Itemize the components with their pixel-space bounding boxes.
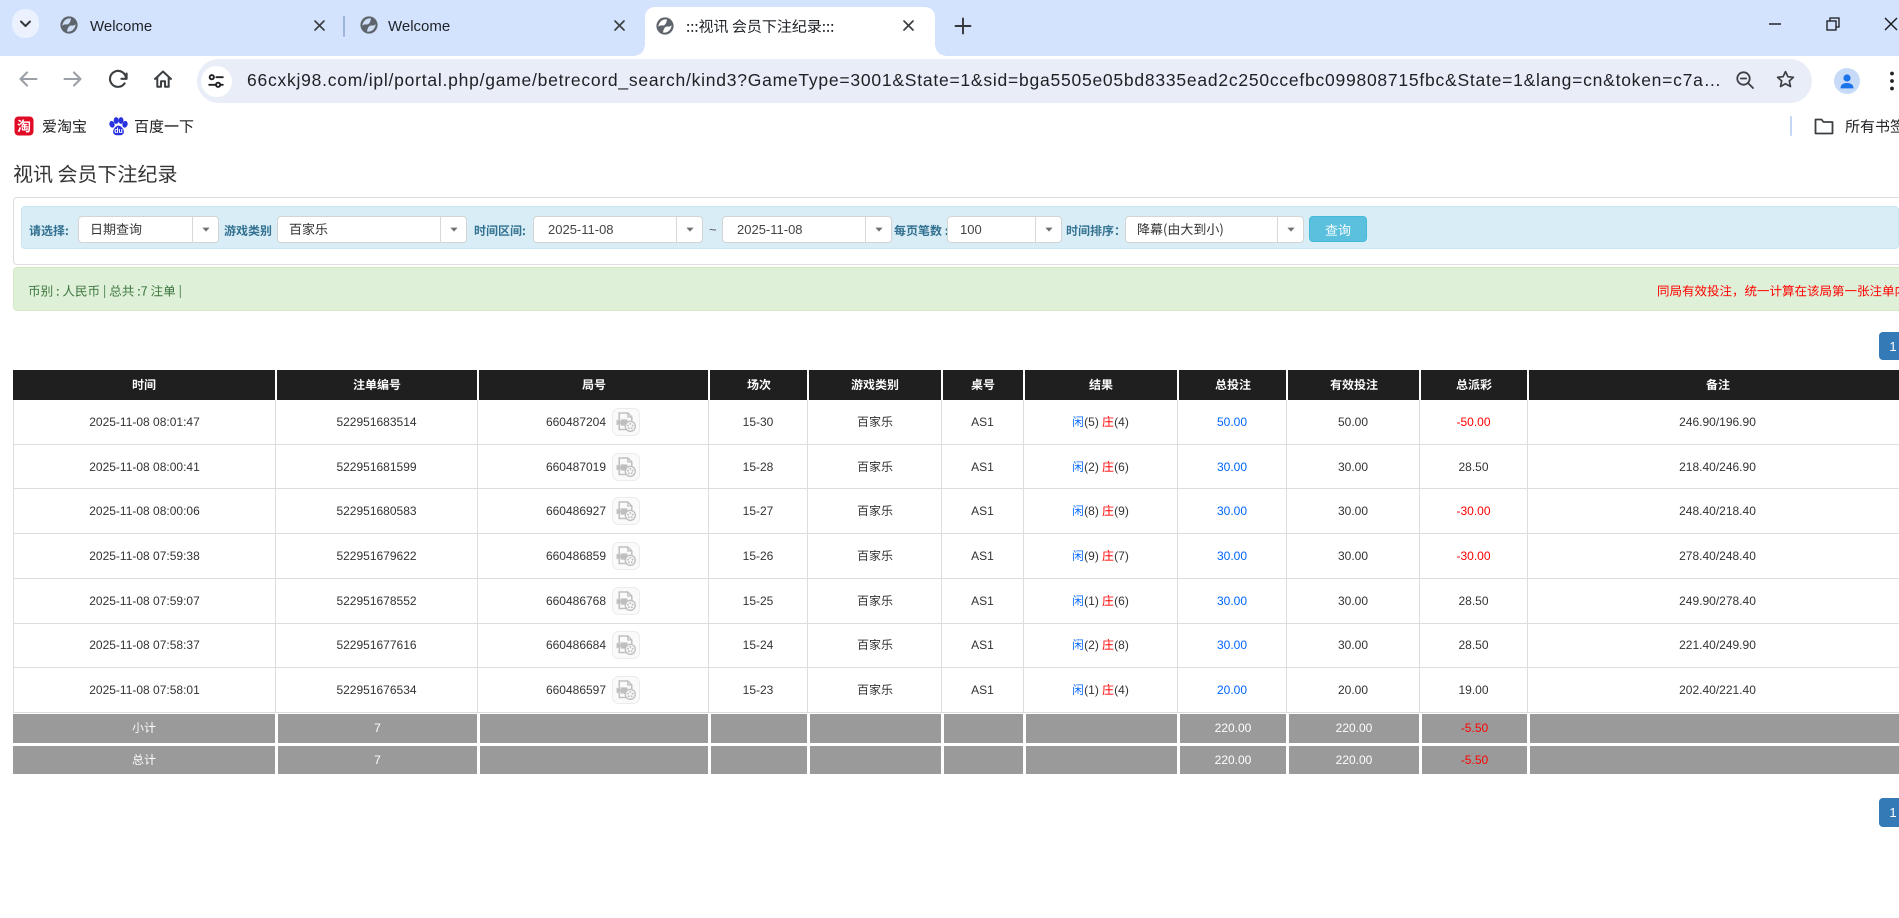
svg-text:du: du: [114, 128, 123, 135]
